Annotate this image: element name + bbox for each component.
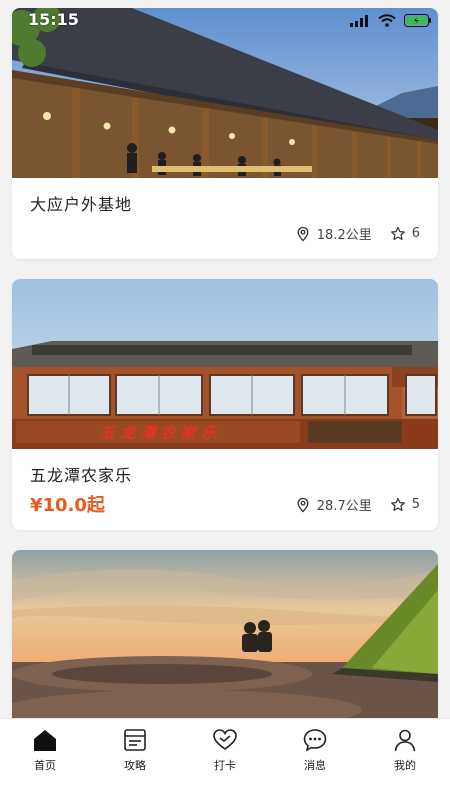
feed-list[interactable]: 大应户外基地 18.2公里 6 五 龙 潭 农 家 乐 五龙潭农家乐 ¥10.0… [0, 0, 450, 718]
tab-label: 打卡 [214, 759, 236, 772]
card-image: 五 龙 潭 农 家 乐 [12, 279, 438, 449]
restaurant-sign-text: 五 龙 潭 农 家 乐 [100, 424, 218, 442]
location-pin-icon [297, 226, 309, 241]
status-time: 15:15 [28, 10, 79, 29]
wifi-icon [378, 14, 396, 27]
star-icon [390, 497, 405, 511]
card-price: ¥10.0起 [30, 495, 105, 516]
star-icon [390, 226, 405, 240]
tab-profile[interactable]: 我的 [360, 719, 450, 800]
tab-messages[interactable]: 消息 [270, 719, 360, 800]
card-meta: 28.7公里 5 [295, 495, 420, 514]
card-title: 大应户外基地 [30, 195, 133, 214]
bottom-tab-bar: 首页 攻略 打卡 消息 我的 [0, 718, 450, 800]
status-icons [350, 14, 432, 27]
tab-guide[interactable]: 攻略 [90, 719, 180, 800]
profile-icon [394, 729, 416, 752]
rating-text: 6 [411, 226, 420, 241]
home-icon [34, 730, 56, 751]
spot-card[interactable]: 大应户外基地 18.2公里 6 [12, 8, 438, 259]
tab-label: 消息 [304, 759, 326, 772]
rating-text: 5 [411, 497, 420, 512]
status-bar: 15:15 [0, 0, 450, 40]
spot-card[interactable] [12, 550, 438, 718]
tab-label: 攻略 [124, 759, 146, 772]
spot-card[interactable]: 五 龙 潭 农 家 乐 五龙潭农家乐 ¥10.0起 28.7公里 5 [12, 279, 438, 530]
location-pin-icon [297, 497, 309, 512]
tab-checkin[interactable]: 打卡 [180, 719, 270, 800]
distance-text: 28.7公里 [316, 499, 372, 514]
card-image [12, 550, 438, 718]
signal-icon [350, 14, 368, 27]
guide-icon [124, 729, 146, 751]
message-icon [303, 729, 327, 752]
battery-icon [404, 14, 431, 27]
tab-home[interactable]: 首页 [0, 719, 90, 800]
card-title: 五龙潭农家乐 [30, 466, 133, 485]
tab-label: 我的 [394, 759, 416, 772]
card-meta: 18.2公里 6 [295, 224, 420, 243]
distance-text: 18.2公里 [316, 228, 372, 243]
tab-label: 首页 [34, 759, 56, 772]
heart-checkin-icon [213, 729, 237, 750]
